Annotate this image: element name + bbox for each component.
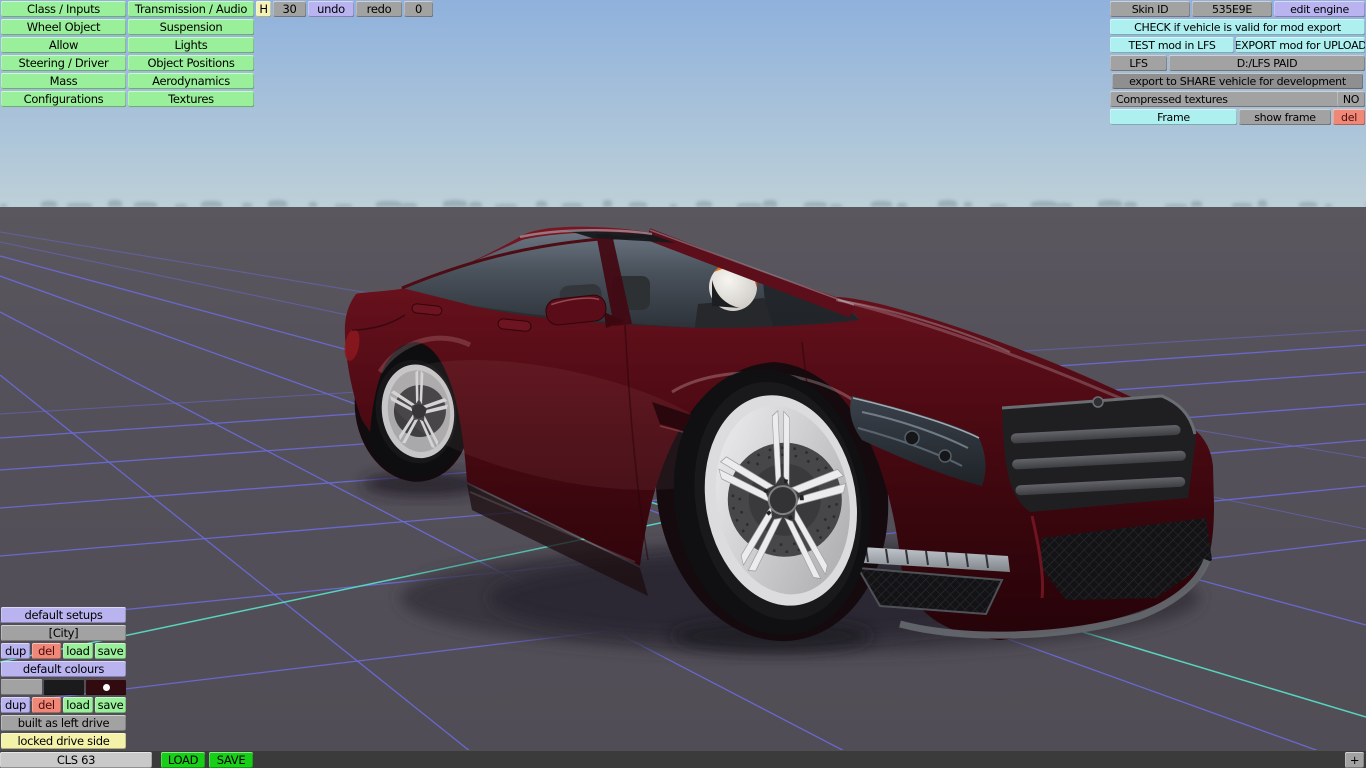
redo-button[interactable]: redo bbox=[356, 1, 402, 17]
setup-save-button[interactable]: save bbox=[95, 643, 126, 659]
colour-load-button[interactable]: load bbox=[63, 697, 93, 713]
viewport-3d[interactable]: Class / Inputs Wheel Object Allow Steeri… bbox=[0, 0, 1366, 768]
setup-name-button[interactable]: [City] bbox=[1, 625, 126, 641]
add-button[interactable]: + bbox=[1345, 752, 1364, 768]
menu-wheel-object[interactable]: Wheel Object bbox=[1, 19, 126, 35]
menu-steering-driver[interactable]: Steering / Driver bbox=[1, 55, 126, 71]
menu-class-inputs[interactable]: Class / Inputs bbox=[1, 1, 126, 17]
save-button[interactable]: SAVE bbox=[209, 752, 253, 768]
menu-mass[interactable]: Mass bbox=[1, 73, 126, 89]
h-value[interactable]: 30 bbox=[273, 1, 306, 17]
menu-configurations[interactable]: Configurations bbox=[1, 91, 126, 107]
colour-dup-button[interactable]: dup bbox=[1, 697, 30, 713]
h-toggle[interactable]: H bbox=[256, 1, 271, 17]
colour-del-button[interactable]: del bbox=[32, 697, 61, 713]
colour-swatch-2[interactable] bbox=[44, 679, 84, 695]
show-frame-button[interactable]: show frame bbox=[1239, 109, 1331, 125]
setup-del-button[interactable]: del bbox=[32, 643, 61, 659]
menu-lights[interactable]: Lights bbox=[128, 37, 254, 53]
frame-button[interactable]: Frame bbox=[1110, 109, 1237, 125]
lfs-button[interactable]: LFS bbox=[1110, 55, 1167, 71]
colour-swatch-1[interactable] bbox=[1, 679, 42, 695]
skin-id-label[interactable]: Skin ID bbox=[1110, 1, 1190, 17]
undo-counter[interactable]: 0 bbox=[404, 1, 433, 17]
skin-id-value[interactable]: 535E9E bbox=[1192, 1, 1272, 17]
menu-allow[interactable]: Allow bbox=[1, 37, 126, 53]
load-button[interactable]: LOAD bbox=[161, 752, 205, 768]
menu-aerodynamics[interactable]: Aerodynamics bbox=[128, 73, 254, 89]
locked-drive-side-button[interactable]: locked drive side bbox=[1, 733, 126, 749]
compressed-textures-toggle[interactable]: NO bbox=[1337, 91, 1365, 107]
default-colours-button[interactable]: default colours bbox=[1, 661, 126, 677]
test-mod-button[interactable]: TEST mod in LFS bbox=[1110, 37, 1234, 53]
built-drive-side-button[interactable]: built as left drive bbox=[1, 715, 126, 731]
menu-transmission-audio[interactable]: Transmission / Audio bbox=[128, 1, 254, 17]
bottom-bar: CLS 63 LOAD SAVE + bbox=[0, 750, 1366, 768]
frame-del-button[interactable]: del bbox=[1333, 109, 1365, 125]
menu-suspension[interactable]: Suspension bbox=[128, 19, 254, 35]
selected-colour-dot bbox=[102, 683, 110, 691]
edit-engine-button[interactable]: edit engine bbox=[1274, 1, 1365, 17]
export-mod-button[interactable]: EXPORT mod for UPLOAD bbox=[1236, 37, 1365, 53]
setup-dup-button[interactable]: dup bbox=[1, 643, 30, 659]
default-setups-button[interactable]: default setups bbox=[1, 607, 126, 623]
menu-textures[interactable]: Textures bbox=[128, 91, 254, 107]
lfs-path-button[interactable]: D:/LFS PAID bbox=[1169, 55, 1365, 71]
menu-object-positions[interactable]: Object Positions bbox=[128, 55, 254, 71]
vehicle-name-button[interactable]: CLS 63 bbox=[0, 752, 152, 768]
colour-save-button[interactable]: save bbox=[95, 697, 126, 713]
compressed-textures-label[interactable]: Compressed textures bbox=[1110, 91, 1341, 107]
undo-button[interactable]: undo bbox=[308, 1, 354, 17]
check-vehicle-button[interactable]: CHECK if vehicle is valid for mod export bbox=[1110, 19, 1365, 35]
share-export-button[interactable]: export to SHARE vehicle for development bbox=[1112, 73, 1363, 89]
colour-swatch-3[interactable] bbox=[86, 679, 126, 695]
setup-load-button[interactable]: load bbox=[63, 643, 93, 659]
